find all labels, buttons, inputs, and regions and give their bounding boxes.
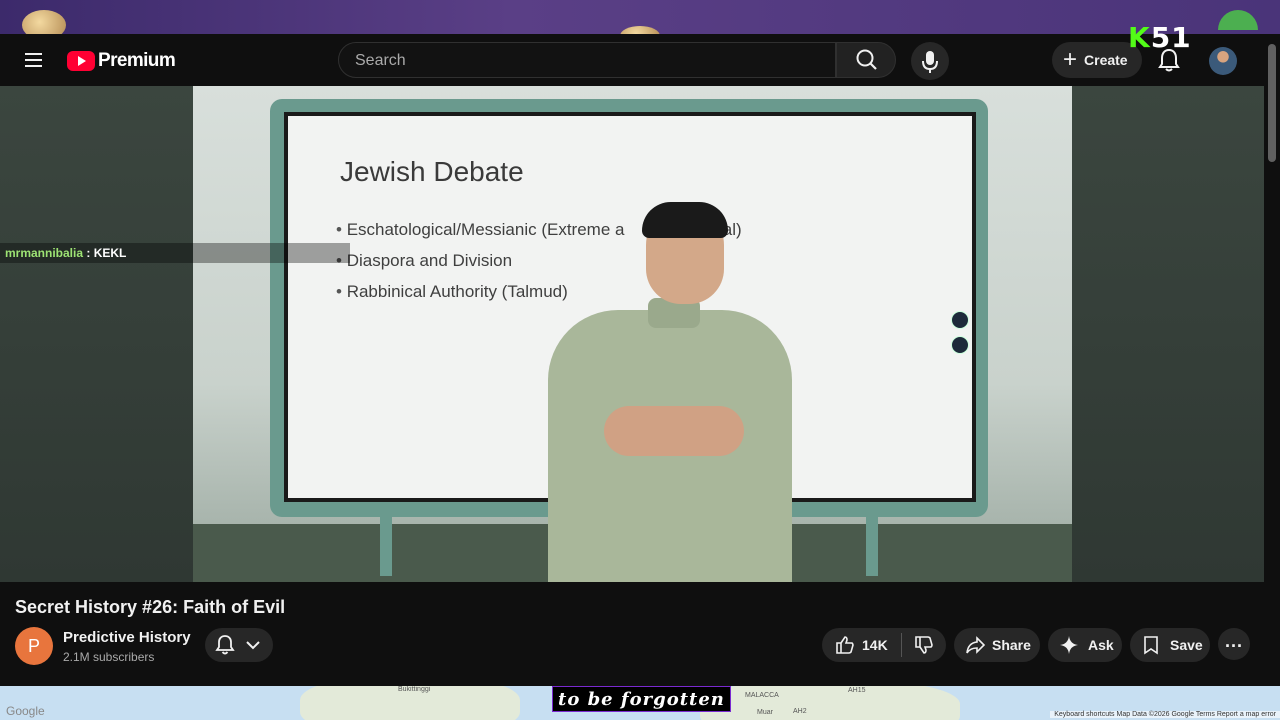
board-control-dot (951, 311, 969, 329)
microphone-icon (922, 51, 938, 73)
sparkle-icon (1060, 636, 1078, 654)
more-icon: ... (1224, 631, 1243, 651)
subscriber-count: 2.1M subscribers (63, 650, 155, 664)
map-label: Muar (757, 709, 773, 716)
video-info: Secret History #26: Faith of Evil P Pred… (0, 582, 1264, 690)
bookmark-icon (1144, 636, 1158, 655)
like-count: 14K (862, 637, 888, 653)
scrollbar-thumb[interactable] (1268, 44, 1276, 162)
page-scrollbar[interactable] (1264, 34, 1280, 694)
dislike-button[interactable] (902, 628, 946, 662)
slide-title: Jewish Debate (340, 156, 524, 187)
chat-username: mrmannibalia (5, 246, 84, 260)
plus-icon: + (1063, 46, 1078, 73)
presenter-hair (642, 202, 728, 238)
ask-button[interactable]: Ask (1048, 628, 1122, 662)
masthead: Premium + Create (0, 34, 1264, 86)
youtube-premium-logo[interactable]: Premium (67, 50, 176, 72)
create-label: Create (1084, 52, 1128, 68)
channel-name[interactable]: Predictive History (63, 629, 191, 646)
menu-button[interactable] (16, 44, 50, 76)
voice-search-button[interactable] (911, 42, 949, 80)
stream-overlay-strip (0, 0, 1280, 46)
save-button[interactable]: Save (1130, 628, 1210, 662)
search-icon (856, 49, 877, 70)
share-icon (966, 636, 986, 654)
search-button[interactable] (836, 42, 896, 78)
search-input[interactable] (353, 51, 797, 71)
board-stand (380, 516, 392, 576)
map-label: MALACCA (745, 692, 779, 699)
logo-text: Premium (98, 50, 176, 71)
search-box (338, 42, 836, 78)
share-button[interactable]: Share (954, 628, 1040, 662)
presenter-hands (604, 406, 744, 456)
board-stand (866, 516, 878, 576)
video-frame-right (1072, 86, 1264, 582)
kick-overlay-badge: K51 (1128, 21, 1192, 54)
chevron-down-icon (246, 641, 260, 650)
map-attribution[interactable]: Keyboard shortcuts Map Data ©2026 Google… (1050, 711, 1280, 718)
stream-caption: to be forgotten (552, 686, 731, 712)
thumbs-down-icon (915, 636, 933, 654)
more-actions-button[interactable]: ... (1218, 628, 1250, 660)
account-avatar[interactable] (1209, 47, 1237, 75)
bot-mascot-icon (1218, 10, 1258, 30)
chat-message-text: KEKL (93, 246, 127, 260)
share-label: Share (992, 637, 1031, 653)
map-label: AH2 (793, 708, 807, 715)
map-label: AH15 (848, 687, 866, 694)
like-button[interactable]: 14K (822, 628, 901, 662)
stream-chat-message: mrmannibalia : KEKL (0, 243, 350, 263)
map-land (700, 686, 960, 720)
video-title: Secret History #26: Faith of Evil (15, 597, 286, 617)
video-frame-left (0, 86, 193, 582)
google-logo: Google (6, 704, 45, 718)
channel-avatar[interactable]: P (15, 627, 53, 665)
thumbs-up-icon (836, 636, 854, 654)
board-control-dot (951, 336, 969, 354)
save-label: Save (1170, 637, 1203, 653)
youtube-play-icon (67, 51, 95, 71)
video-player[interactable]: Jewish Debate Eschatological/Messianic (… (0, 86, 1264, 582)
like-dislike-group: 14K (822, 628, 946, 662)
ask-label: Ask (1088, 637, 1114, 653)
subscribed-notifications-button[interactable] (205, 628, 273, 662)
bell-icon (215, 635, 260, 655)
map-label: Bukittinggi (398, 686, 431, 693)
